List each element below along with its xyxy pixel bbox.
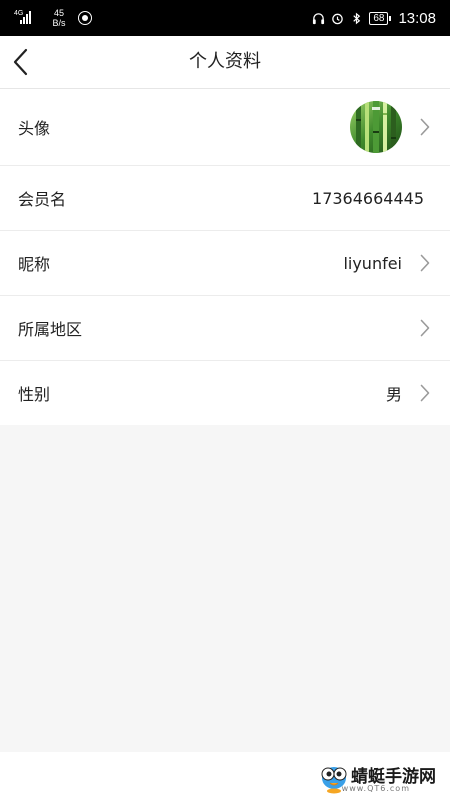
nickname-label: 昵称 (18, 255, 51, 274)
bluetooth-icon (353, 12, 361, 24)
chevron-right-icon (420, 384, 430, 402)
clock: 13:08 (398, 9, 436, 27)
network-speed: 45 B/s (48, 8, 70, 28)
nickname-row[interactable]: 昵称 liyunfei (0, 231, 450, 296)
headset-icon (313, 12, 325, 24)
chevron-right-icon (420, 319, 430, 337)
profile-list: 头像 会员名 17364664445 昵称 liyunfei 所属地区 性别 男 (0, 89, 450, 425)
region-label: 所属地区 (18, 320, 83, 339)
gender-row[interactable]: 性别 男 (0, 361, 450, 425)
signal-icon: 4G (14, 8, 40, 28)
gender-value: 男 (385, 385, 402, 404)
member-name-label: 会员名 (18, 190, 67, 209)
nickname-value: liyunfei (343, 253, 402, 273)
chevron-right-icon (420, 118, 430, 136)
member-name-row: 会员名 17364664445 (0, 166, 450, 231)
network-speed-value: 45 (53, 8, 64, 18)
battery-level: 68 (373, 12, 385, 24)
data-saver-icon (78, 11, 92, 25)
network-speed-unit: B/s (52, 18, 66, 28)
region-row[interactable]: 所属地区 (0, 296, 450, 361)
gender-label: 性别 (18, 385, 51, 404)
member-name-value: 17364664445 (312, 188, 424, 208)
avatar-row[interactable]: 头像 (0, 89, 450, 166)
header-bar: 个人资料 (0, 36, 450, 89)
battery-icon: 68 (369, 11, 392, 25)
chevron-right-icon (420, 254, 430, 272)
avatar-label: 头像 (18, 119, 51, 138)
avatar[interactable] (350, 101, 402, 153)
alarm-icon (332, 13, 344, 24)
watermark-site: www.QT6.com (341, 784, 410, 793)
status-bar: 4G 45 B/s 68 13:08 (0, 0, 450, 36)
page-title: 个人资料 (189, 51, 261, 72)
watermark-band: 蜻蜓手游网 www.QT6.com (0, 752, 450, 800)
